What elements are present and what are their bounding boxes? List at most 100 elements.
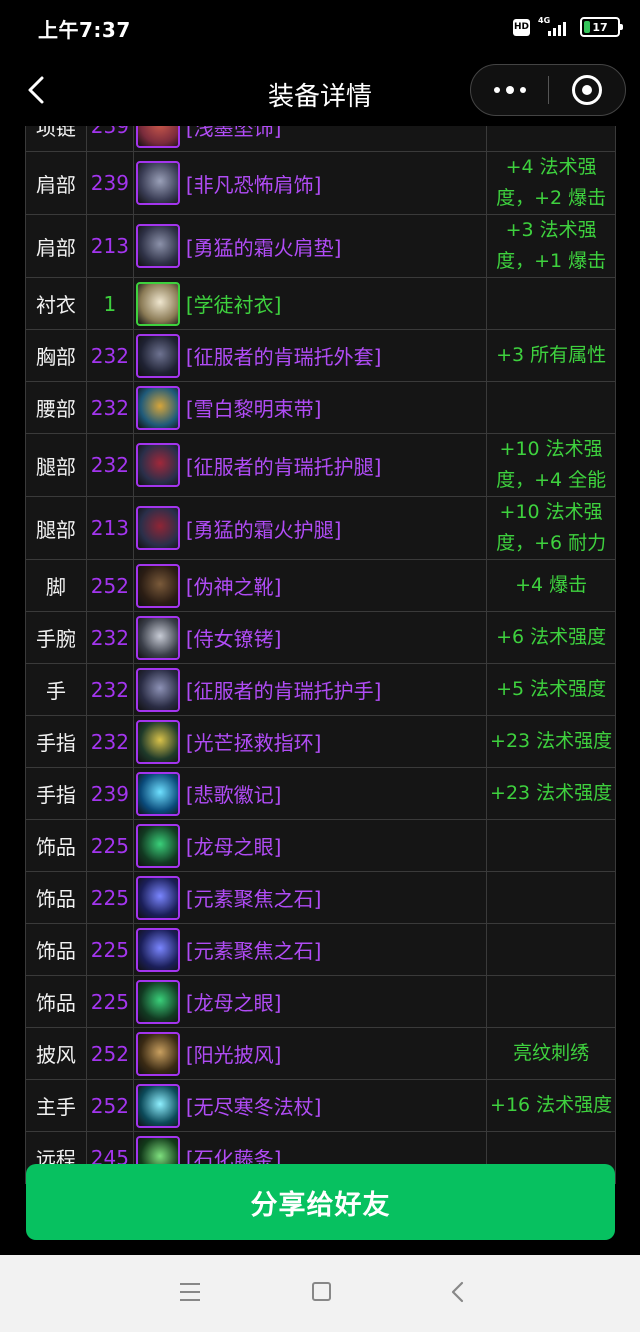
item-cell[interactable]: [勇猛的霜火肩垫]	[134, 215, 488, 277]
slot-label: 手指	[26, 768, 87, 819]
gear-row[interactable]: 肩部 239 [非凡恐怖肩饰] +4 法术强度，+2 爆击	[25, 152, 616, 215]
slot-label: 腿部	[26, 497, 87, 559]
item-level: 232	[87, 716, 134, 767]
recent-apps-button[interactable]	[180, 1283, 200, 1301]
battery-percent: 17	[592, 20, 608, 34]
gear-row[interactable]: 腿部 232 [征服者的肯瑞托护腿] +10 法术强度，+4 全能	[25, 434, 616, 497]
slot-label: 手指	[26, 716, 87, 767]
gear-row[interactable]: 项链 239 [浅墨坠饰]	[25, 126, 616, 152]
gear-row[interactable]: 披风 252 [阳光披风] 亮纹刺绣	[25, 1028, 616, 1080]
gear-row[interactable]: 手指 239 [悲歌徽记] +23 法术强度	[25, 768, 616, 820]
item-name-link[interactable]: [雪白黎明束带]	[186, 393, 322, 422]
gear-row[interactable]: 手 232 [征服者的肯瑞托护手] +5 法术强度	[25, 664, 616, 716]
item-cell[interactable]: [龙母之眼]	[134, 820, 488, 871]
gear-row[interactable]: 肩部 213 [勇猛的霜火肩垫] +3 法术强度，+1 爆击	[25, 215, 616, 278]
item-name-link[interactable]: [元素聚焦之石]	[186, 883, 322, 912]
item-cell[interactable]: [雪白黎明束带]	[134, 382, 488, 433]
slot-label: 肩部	[26, 215, 87, 277]
gear-row[interactable]: 腰部 232 [雪白黎明束带]	[25, 382, 616, 434]
item-cell[interactable]: [征服者的肯瑞托外套]	[134, 330, 488, 381]
legs-icon	[135, 506, 180, 550]
item-cell[interactable]: [征服者的肯瑞托护腿]	[134, 434, 488, 496]
item-level: 213	[87, 497, 134, 559]
item-name-link[interactable]: [光芒拯救指环]	[186, 727, 322, 756]
item-level: 252	[87, 1080, 134, 1131]
item-cell[interactable]: [元素聚焦之石]	[134, 924, 488, 975]
item-cell[interactable]: [阳光披风]	[134, 1028, 488, 1079]
slot-label: 手腕	[26, 612, 87, 663]
gear-row[interactable]: 主手 252 [无尽寒冬法杖] +16 法术强度	[25, 1080, 616, 1132]
item-level: 252	[87, 1028, 134, 1079]
item-name-link[interactable]: [龙母之眼]	[186, 831, 282, 860]
slot-label: 饰品	[26, 872, 87, 923]
item-cell[interactable]: [元素聚焦之石]	[134, 872, 488, 923]
home-button[interactable]	[312, 1282, 331, 1301]
item-name-link[interactable]: [侍女镣铐]	[186, 623, 282, 652]
target-icon	[571, 75, 602, 105]
gear-row[interactable]: 饰品 225 [龙母之眼]	[25, 820, 616, 872]
slot-label: 胸部	[26, 330, 87, 381]
item-cell[interactable]: [非凡恐怖肩饰]	[134, 152, 488, 214]
item-cell[interactable]: [浅墨坠饰]	[134, 126, 488, 151]
item-cell[interactable]: [侍女镣铐]	[134, 612, 488, 663]
nav-bar: 装备详情	[0, 54, 640, 126]
item-name-link[interactable]: [阳光披风]	[186, 1039, 282, 1068]
item-cell[interactable]: [光芒拯救指环]	[134, 716, 488, 767]
boots-icon	[135, 563, 180, 608]
item-cell[interactable]: [无尽寒冬法杖]	[134, 1080, 488, 1131]
item-name-link[interactable]: [勇猛的霜火肩垫]	[186, 232, 342, 261]
gear-row[interactable]: 手腕 232 [侍女镣铐] +6 法术强度	[25, 612, 616, 664]
legs-icon	[135, 443, 180, 487]
item-cell[interactable]: [伪神之靴]	[134, 560, 488, 611]
bonus-text	[487, 126, 616, 151]
signal-icon: 4G	[538, 16, 572, 38]
system-back-button[interactable]	[448, 1281, 468, 1303]
item-cell[interactable]: [悲歌徽记]	[134, 768, 488, 819]
item-name-link[interactable]: [伪神之靴]	[186, 571, 282, 600]
item-level: 232	[87, 434, 134, 496]
gear-table: 项链 239 [浅墨坠饰] 肩部 239 [非凡恐怖肩饰] +4 法术强度，+2 爆击 肩部 2…	[25, 126, 616, 1184]
bonus-text: 亮纹刺绣	[487, 1028, 616, 1079]
bonus-text: +23 法术强度	[487, 716, 616, 767]
item-name-link[interactable]: [征服者的肯瑞托护腿]	[186, 451, 382, 480]
bonus-text: +4 爆击	[487, 560, 616, 611]
gear-row[interactable]: 饰品 225 [元素聚焦之石]	[25, 872, 616, 924]
bonus-text: +16 法术强度	[487, 1080, 616, 1131]
slot-label: 披风	[26, 1028, 87, 1079]
gear-list-viewport[interactable]: 项链 239 [浅墨坠饰] 肩部 239 [非凡恐怖肩饰] +4 法术强度，+2 爆击 肩部 2…	[0, 126, 640, 1255]
shirt-icon	[135, 281, 180, 326]
item-cell[interactable]: [学徒衬衣]	[134, 278, 488, 329]
gear-row[interactable]: 胸部 232 [征服者的肯瑞托外套] +3 所有属性	[25, 330, 616, 382]
status-bar: 上午7:37 HD 4G 17	[0, 0, 640, 54]
item-name-link[interactable]: [征服者的肯瑞托护手]	[186, 675, 382, 704]
more-button[interactable]	[471, 65, 548, 115]
item-name-link[interactable]: [征服者的肯瑞托外套]	[186, 341, 382, 370]
slot-label: 脚	[26, 560, 87, 611]
hd-icon: HD	[513, 18, 530, 36]
item-name-link[interactable]: [非凡恐怖肩饰]	[186, 169, 322, 198]
gear-row[interactable]: 手指 232 [光芒拯救指环] +23 法术强度	[25, 716, 616, 768]
item-cell[interactable]: [勇猛的霜火护腿]	[134, 497, 488, 559]
item-level: 232	[87, 612, 134, 663]
shoulder-icon	[135, 224, 180, 268]
share-button[interactable]: 分享给好友	[26, 1164, 615, 1240]
item-level: 225	[87, 820, 134, 871]
bonus-text	[487, 924, 616, 975]
gear-row[interactable]: 衬衣 1 [学徒衬衣]	[25, 278, 616, 330]
gear-row[interactable]: 腿部 213 [勇猛的霜火护腿] +10 法术强度，+6 耐力	[25, 497, 616, 560]
gear-row[interactable]: 饰品 225 [元素聚焦之石]	[25, 924, 616, 976]
item-level: 232	[87, 330, 134, 381]
item-cell[interactable]: [龙母之眼]	[134, 976, 488, 1027]
item-name-link[interactable]: [学徒衬衣]	[186, 289, 282, 318]
item-name-link[interactable]: [悲歌徽记]	[186, 779, 282, 808]
item-name-link[interactable]: [浅墨坠饰]	[186, 126, 282, 141]
item-name-link[interactable]: [勇猛的霜火护腿]	[186, 514, 342, 543]
close-miniprogram-button[interactable]	[549, 65, 625, 115]
item-cell[interactable]: [征服者的肯瑞托护手]	[134, 664, 488, 715]
item-name-link[interactable]: [无尽寒冬法杖]	[186, 1091, 322, 1120]
item-name-link[interactable]: [龙母之眼]	[186, 987, 282, 1016]
gear-row[interactable]: 饰品 225 [龙母之眼]	[25, 976, 616, 1028]
item-name-link[interactable]: [元素聚焦之石]	[186, 935, 322, 964]
battery-icon: 17	[580, 17, 623, 37]
gear-row[interactable]: 脚 252 [伪神之靴] +4 爆击	[25, 560, 616, 612]
